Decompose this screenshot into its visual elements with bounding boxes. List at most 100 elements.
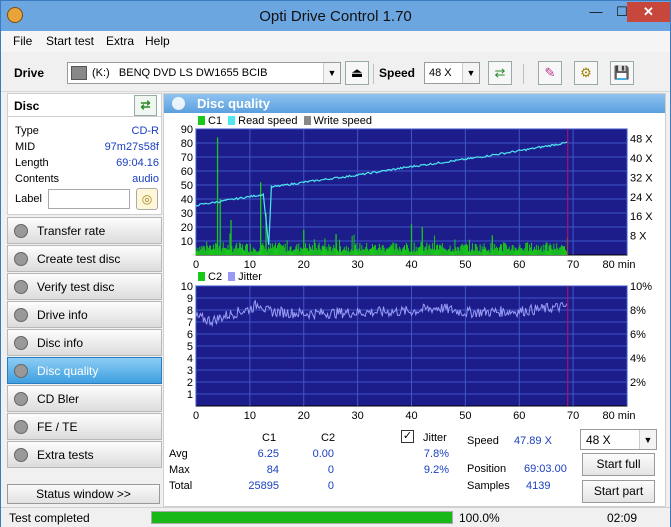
nav-fe-te[interactable]: FE / TE: [7, 413, 162, 440]
jitter-checkbox[interactable]: ✓: [401, 430, 414, 443]
disc-refresh-button[interactable]: ⇄: [134, 95, 157, 116]
title-bar: Opti Drive Control 1.70 — ☐ ✕: [1, 1, 670, 31]
refresh-icon: ⇄: [140, 98, 151, 112]
samples-label: Samples: [467, 480, 510, 492]
y-tick-label: 60: [181, 166, 193, 178]
y-tick-label: 70: [181, 152, 193, 164]
refresh-speed-button[interactable]: ⇄: [488, 61, 512, 85]
nav-verify-test-disc[interactable]: Verify test disc: [7, 273, 162, 300]
avg-c2-value: 0.00: [312, 448, 334, 460]
x-tick-label: 20: [298, 259, 310, 271]
x-tick-label: 30: [352, 259, 364, 271]
nav-label: FE / TE: [37, 420, 78, 434]
menu-extra[interactable]: Extra: [106, 34, 134, 48]
y-tick-label: 9: [187, 293, 193, 305]
samples-value: 4139: [526, 480, 551, 492]
start-part-button[interactable]: Start part: [582, 480, 655, 503]
disc-mid-row: MID 97m27s58f: [15, 141, 159, 157]
y2-tick-label: 6%: [630, 329, 646, 341]
nav-label: Extra tests: [37, 448, 94, 462]
y-tick-label: 80: [181, 138, 193, 150]
left-panel: Disc ⇄ Type CD-R MID 97m27s58f Length 69:04…: [7, 93, 162, 507]
chevron-down-icon[interactable]: ▼: [462, 63, 479, 83]
nav-disc-quality[interactable]: Disc quality: [7, 357, 162, 384]
x-tick-label: 40: [405, 410, 417, 422]
close-button[interactable]: ✕: [627, 2, 670, 22]
minimize-button[interactable]: —: [583, 2, 609, 22]
menu-help[interactable]: Help: [145, 34, 170, 48]
chevron-down-icon[interactable]: ▼: [639, 430, 656, 449]
nav-transfer-rate[interactable]: Transfer rate: [7, 217, 162, 244]
disc-length-value: 69:04.16: [116, 157, 159, 169]
y2-tick-label: 8%: [630, 305, 646, 317]
drive-name: BENQ DVD LS DW1655 BCIB: [118, 67, 268, 79]
x-tick-label: 50: [459, 410, 471, 422]
eject-icon: ⏏: [350, 65, 364, 80]
divider: [373, 64, 374, 84]
test-speed-select[interactable]: 48 X ▼: [580, 429, 657, 450]
app-window: Opti Drive Control 1.70 — ☐ ✕ File Start…: [0, 0, 671, 527]
nav-disc-info[interactable]: Disc info: [7, 329, 162, 356]
menu-file[interactable]: File: [13, 34, 32, 48]
y2-tick-label: 4%: [630, 353, 646, 365]
col-c1-header: C1: [262, 432, 277, 444]
save-button[interactable]: 💾: [610, 61, 634, 85]
y-tick-label: 20: [181, 222, 193, 234]
avg-jitter-value: 7.8%: [423, 448, 449, 460]
disc-icon: ◎: [141, 192, 153, 206]
x-tick-label: 40: [405, 259, 417, 271]
menu-bar: File Start test Extra Help: [1, 31, 670, 52]
eject-button[interactable]: ⏏: [345, 61, 369, 85]
menu-start-test[interactable]: Start test: [46, 34, 94, 48]
x-tick-label: 80 min: [602, 410, 635, 422]
status-window-button[interactable]: Status window >>: [7, 484, 160, 504]
nav-cd-bler[interactable]: CD Bler: [7, 385, 162, 412]
y2-tick-label: 24 X: [630, 192, 653, 204]
x-tick-label: 0: [193, 410, 199, 422]
max-label: Max: [169, 464, 190, 476]
nav-label: Disc quality: [37, 364, 99, 378]
panel-title: Disc quality: [197, 96, 270, 111]
disc-panel-header: Disc ⇄: [7, 93, 162, 117]
y-tick-label: 8: [187, 305, 193, 317]
nav-extra-tests[interactable]: Extra tests: [7, 441, 162, 468]
refresh-icon: ⇄: [494, 65, 506, 80]
y2-tick-label: 2%: [630, 377, 646, 389]
nav-item-icon: [14, 308, 28, 322]
nav-item-icon: [14, 336, 28, 350]
y-tick-label: 5: [187, 341, 193, 353]
nav-item-icon: [14, 364, 28, 378]
nav-label: Create test disc: [37, 252, 121, 266]
col-c2-header: C2: [321, 432, 336, 444]
nav-create-test-disc[interactable]: Create test disc: [7, 245, 162, 272]
position-label: Position: [467, 463, 507, 475]
disc-type-row: Type CD-R: [15, 125, 159, 141]
gears-icon: ⚙: [580, 65, 592, 80]
y-tick-label: 90: [181, 125, 193, 136]
y-tick-label: 10: [181, 281, 193, 293]
speed-select[interactable]: 48 X ▼: [424, 62, 480, 84]
nav-drive-info[interactable]: Drive info: [7, 301, 162, 328]
chevron-down-icon[interactable]: ▼: [323, 63, 340, 83]
disc-length-label: Length: [15, 157, 49, 169]
disc-label-input[interactable]: [48, 189, 130, 209]
total-c2-value: 0: [327, 480, 334, 492]
nav-item-icon: [14, 224, 28, 238]
x-tick-label: 0: [193, 259, 199, 271]
x-tick-label: 70: [567, 410, 579, 422]
jitter-header: Jitter: [423, 432, 447, 444]
start-full-button[interactable]: Start full: [582, 453, 655, 476]
x-tick-label: 70: [567, 259, 579, 271]
speed-label: Speed: [379, 66, 416, 80]
progress-bar: [151, 511, 453, 524]
drive-select[interactable]: (K:) BENQ DVD LS DW1655 BCIB ▼: [67, 62, 341, 84]
disc-label-button[interactable]: ◎: [136, 188, 158, 210]
y2-tick-label: 40 X: [630, 153, 653, 165]
disc-header-title: Disc: [14, 99, 40, 113]
speed-stat-value: 47.89 X: [514, 435, 552, 447]
erase-button[interactable]: ✎: [538, 61, 562, 85]
x-tick-label: 10: [244, 259, 256, 271]
disc-contents-label: Contents: [15, 173, 60, 185]
y-tick-label: 2: [187, 377, 193, 389]
settings-button[interactable]: ⚙: [574, 61, 598, 85]
